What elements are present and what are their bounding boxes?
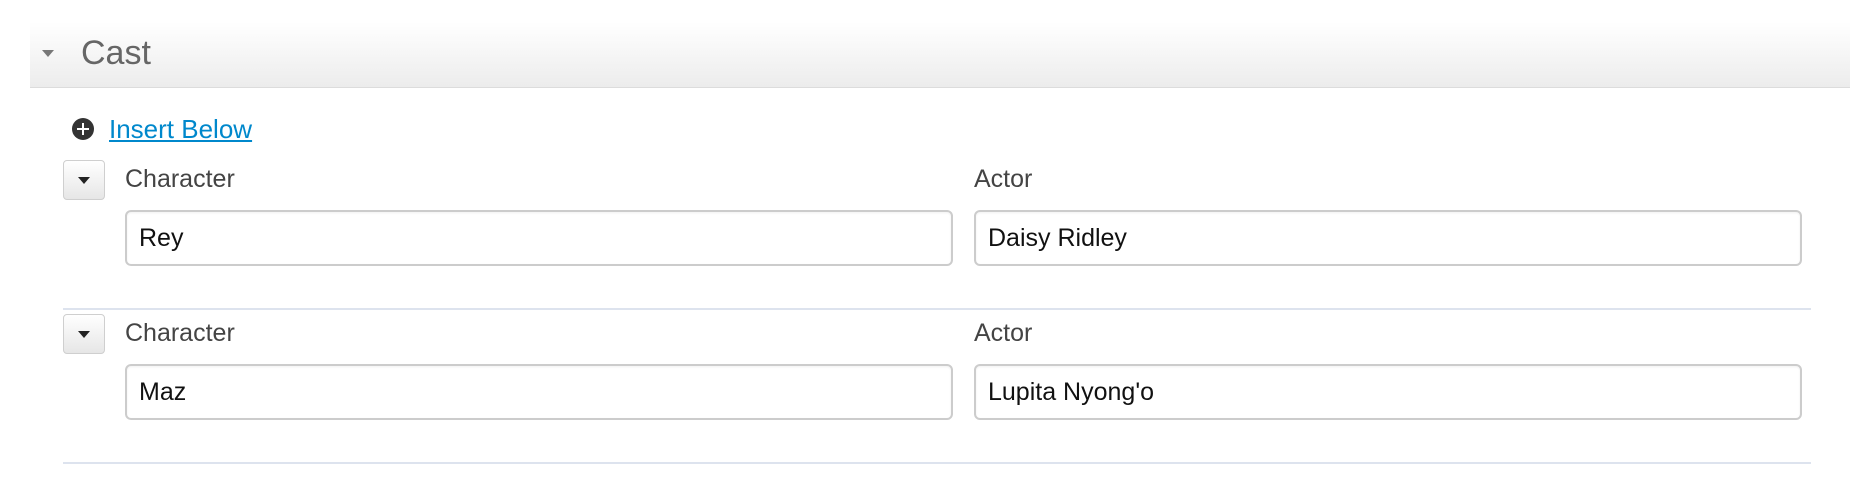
caret-down-icon[interactable] xyxy=(42,50,54,57)
section-title: Cast xyxy=(81,34,151,72)
row-menu-button[interactable] xyxy=(63,314,105,354)
cast-row: Character Actor xyxy=(63,160,1811,310)
actor-input[interactable] xyxy=(974,210,1802,266)
actor-label: Actor xyxy=(974,319,1033,347)
cast-row: Character Actor xyxy=(63,314,1811,464)
caret-down-icon xyxy=(78,177,90,184)
character-input[interactable] xyxy=(125,364,953,420)
character-label: Character xyxy=(125,319,235,347)
actor-label: Actor xyxy=(974,165,1033,193)
plus-circle-icon[interactable] xyxy=(72,118,94,140)
section-header[interactable]: Cast xyxy=(30,22,1850,88)
character-label: Character xyxy=(125,165,235,193)
caret-down-icon xyxy=(78,331,90,338)
character-input[interactable] xyxy=(125,210,953,266)
row-menu-button[interactable] xyxy=(63,160,105,200)
actor-input[interactable] xyxy=(974,364,1802,420)
insert-below-link[interactable]: Insert Below xyxy=(109,114,252,144)
